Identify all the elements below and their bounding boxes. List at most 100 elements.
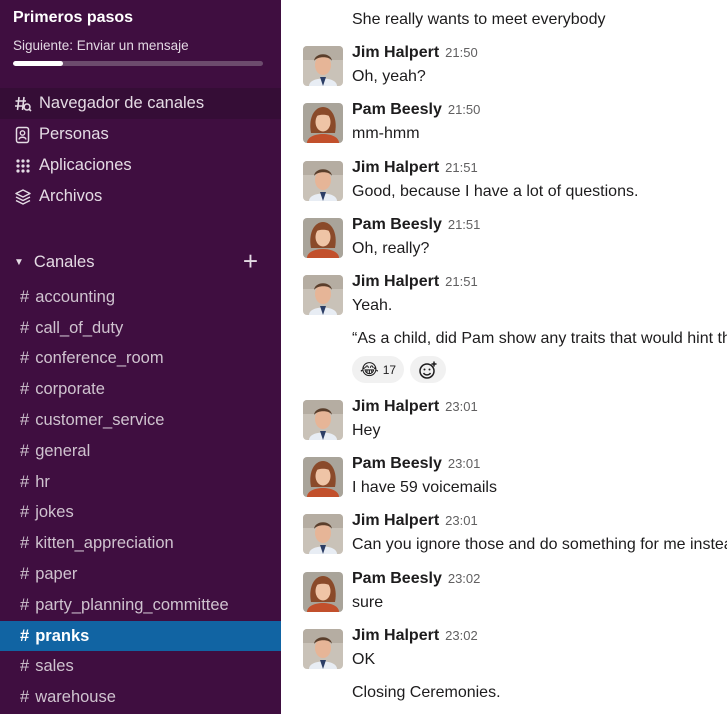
- add-channel-button[interactable]: +: [243, 248, 258, 274]
- message-item[interactable]: Jim Halpert 21:51 Good, because I have a l…: [281, 159, 727, 209]
- channels-section-header[interactable]: ▼ Canales +: [0, 246, 281, 278]
- avatar[interactable]: [303, 46, 343, 86]
- channel-item-warehouse[interactable]: # warehouse: [0, 682, 281, 712]
- channel-item-accounting[interactable]: # accounting: [0, 282, 281, 312]
- channels-header-label: Canales: [33, 252, 95, 271]
- message-header: Jim Halpert 23:02: [352, 627, 478, 645]
- message-timestamp[interactable]: 23:02: [445, 628, 478, 643]
- avatar[interactable]: [303, 400, 343, 440]
- message-author[interactable]: Pam Beesly: [352, 216, 442, 233]
- onboarding-progress-fill: [13, 61, 63, 66]
- message-timestamp[interactable]: 23:01: [445, 399, 478, 414]
- message-timestamp[interactable]: 21:50: [445, 45, 478, 60]
- add-reaction-button[interactable]: [410, 356, 447, 383]
- message-author[interactable]: Jim Halpert: [352, 627, 439, 644]
- message-header: Pam Beesly 21:51: [352, 216, 480, 234]
- hash-icon: #: [20, 626, 30, 645]
- nav-apps[interactable]: Aplicaciones: [0, 150, 281, 181]
- nav-files[interactable]: Archivos: [0, 181, 281, 212]
- hash-icon: #: [20, 287, 30, 306]
- caret-down-icon[interactable]: ▼: [14, 257, 24, 268]
- message-header: Pam Beesly 23:01: [352, 455, 480, 473]
- people-icon: [13, 126, 33, 144]
- message-text: Can you ignore those and do something fo…: [352, 536, 727, 553]
- avatar[interactable]: [303, 629, 343, 669]
- channel-label: kitten_appreciation: [35, 533, 174, 552]
- message-item[interactable]: Jim Halpert 23:02 OK: [281, 627, 727, 677]
- hash-icon: #: [20, 687, 30, 706]
- message-author[interactable]: Jim Halpert: [352, 398, 439, 415]
- hash-icon: #: [20, 379, 30, 398]
- message-item[interactable]: Jim Halpert 23:01 Hey: [281, 398, 727, 448]
- message-item[interactable]: Jim Halpert 21:51 Yeah.: [281, 273, 727, 323]
- channel-item-paper[interactable]: # paper: [0, 559, 281, 589]
- message-header: Jim Halpert 23:01: [352, 512, 478, 530]
- message-author[interactable]: Pam Beesly: [352, 570, 442, 587]
- channel-item-customer-service[interactable]: # customer_service: [0, 405, 281, 435]
- nav-label: Aplicaciones: [39, 156, 132, 174]
- message-header: Jim Halpert 23:01: [352, 398, 478, 416]
- message-author[interactable]: Jim Halpert: [352, 159, 439, 176]
- avatar[interactable]: [303, 161, 343, 201]
- message-author[interactable]: Pam Beesly: [352, 101, 442, 118]
- message-timestamp[interactable]: 21:51: [448, 217, 481, 232]
- message-text: OK: [352, 651, 376, 668]
- nav-label: Navegador de canales: [39, 94, 205, 112]
- onboarding-progress-bar: [13, 61, 263, 66]
- message-author[interactable]: Jim Halpert: [352, 512, 439, 529]
- onboarding-title: Primeros pasos: [13, 9, 134, 26]
- avatar[interactable]: [303, 218, 343, 258]
- channel-label: sales: [35, 656, 74, 675]
- message-timestamp[interactable]: 21:51: [445, 160, 478, 175]
- message-timestamp[interactable]: 21:50: [448, 102, 481, 117]
- message-item[interactable]: Pam Beesly 23:01 I have 59 voicemails: [281, 455, 727, 505]
- avatar[interactable]: [303, 103, 343, 143]
- channel-item-conference-room[interactable]: # conference_room: [0, 343, 281, 373]
- channel-label: conference_room: [35, 348, 164, 367]
- message-text: Oh, really?: [352, 240, 430, 257]
- avatar[interactable]: [303, 514, 343, 554]
- apps-icon: [13, 158, 33, 174]
- onboarding-next-step: Siguiente: Enviar un mensaje: [13, 38, 189, 53]
- channel-item-pranks[interactable]: # pranks: [0, 621, 281, 651]
- channel-label: paper: [35, 564, 78, 583]
- message-header: Pam Beesly 21:50: [352, 101, 480, 119]
- reaction-pill[interactable]: 😂 17: [352, 356, 405, 383]
- message-text: Good, because I have a lot of questions.: [352, 183, 639, 200]
- message-author[interactable]: Jim Halpert: [352, 273, 439, 290]
- message-header: Jim Halpert 21:50: [352, 44, 478, 62]
- onboarding-panel[interactable]: Primeros pasos Siguiente: Enviar un mens…: [0, 0, 281, 88]
- message-author[interactable]: Jim Halpert: [352, 44, 439, 61]
- channel-item-general[interactable]: # general: [0, 436, 281, 466]
- channel-item-call-of-duty[interactable]: # call_of_duty: [0, 313, 281, 343]
- nav-channel-browser[interactable]: Navegador de canales: [0, 88, 281, 119]
- message-item[interactable]: Pam Beesly 21:51 Oh, really?: [281, 216, 727, 266]
- nav-label: Archivos: [39, 187, 103, 205]
- reaction-count: 17: [382, 362, 397, 377]
- hash-icon: #: [20, 348, 30, 367]
- channel-item-hr[interactable]: # hr: [0, 467, 281, 497]
- add-reaction-icon: [419, 361, 437, 379]
- channel-item-corporate[interactable]: # corporate: [0, 374, 281, 404]
- channel-item-jokes[interactable]: # jokes: [0, 497, 281, 527]
- message-text: sure: [352, 594, 384, 611]
- message-timestamp[interactable]: 21:51: [445, 274, 478, 289]
- channel-item-party-planning-committee[interactable]: # party_planning_committee: [0, 590, 281, 620]
- message-continuation: Closing Ceremonies.: [352, 684, 501, 701]
- message-timestamp[interactable]: 23:01: [445, 513, 478, 528]
- avatar[interactable]: [303, 275, 343, 315]
- message-item[interactable]: Pam Beesly 23:02 sure: [281, 570, 727, 620]
- message-timestamp[interactable]: 23:01: [448, 456, 481, 471]
- avatar[interactable]: [303, 457, 343, 497]
- channel-item-kitten-appreciation[interactable]: # kitten_appreciation: [0, 528, 281, 558]
- message-author[interactable]: Pam Beesly: [352, 455, 442, 472]
- nav-people[interactable]: Personas: [0, 119, 281, 150]
- channel-item-sales[interactable]: # sales: [0, 651, 281, 681]
- message-item[interactable]: Jim Halpert 23:01 Can you ignore those and…: [281, 512, 727, 562]
- avatar[interactable]: [303, 572, 343, 612]
- message-timestamp[interactable]: 23:02: [448, 571, 481, 586]
- channel-label: customer_service: [35, 410, 165, 429]
- hash-icon: #: [20, 472, 30, 491]
- message-item[interactable]: Pam Beesly 21:50 mm-hmm: [281, 101, 727, 151]
- message-item[interactable]: Jim Halpert 21:50 Oh, yeah?: [281, 44, 727, 94]
